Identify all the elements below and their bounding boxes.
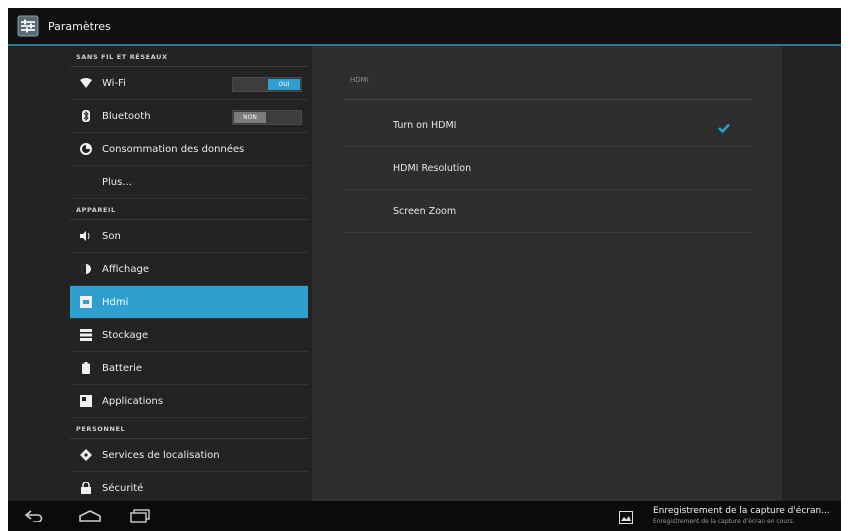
settings-item-label: Services de localisation xyxy=(102,449,220,461)
settings-item-display[interactable]: Affichage xyxy=(70,253,308,286)
settings-item-security[interactable]: Sécurité xyxy=(70,472,308,501)
settings-item-more[interactable]: Plus... xyxy=(70,166,308,199)
section-header-wireless: SANS FIL ET RÉSEAUX xyxy=(70,46,308,67)
action-bar: Paramètres xyxy=(8,8,841,46)
pref-label: HDMI Resolution xyxy=(393,162,472,174)
settings-item-battery[interactable]: Batterie xyxy=(70,352,308,385)
storage-icon xyxy=(78,327,94,343)
pref-turn-on-hdmi[interactable]: Turn on HDMI xyxy=(344,104,752,147)
back-icon[interactable] xyxy=(22,507,46,525)
home-icon[interactable] xyxy=(76,507,104,525)
settings-item-label: Bluetooth xyxy=(102,110,151,122)
battery-icon xyxy=(78,360,94,376)
volume-icon xyxy=(78,228,94,244)
apps-icon xyxy=(78,393,94,409)
settings-item-hdmi[interactable]: Hdmi xyxy=(70,286,308,319)
settings-app-icon[interactable] xyxy=(16,14,40,38)
section-header-personal: PERSONNEL xyxy=(70,418,308,439)
settings-list-panel: SANS FIL ET RÉSEAUX Wi-Fi OUI Bluetooth … xyxy=(8,46,312,501)
settings-item-applications[interactable]: Applications xyxy=(70,385,308,418)
app-title: Paramètres xyxy=(48,19,111,33)
settings-item-label: Batterie xyxy=(102,362,143,374)
pref-screen-zoom[interactable]: Screen Zoom xyxy=(344,190,752,233)
display-icon xyxy=(78,261,94,277)
screenshot-notification-icon[interactable] xyxy=(619,509,633,528)
recent-apps-icon[interactable] xyxy=(126,507,154,525)
panel-edge xyxy=(782,46,841,501)
divider xyxy=(344,99,752,100)
wifi-toggle-knob: OUI xyxy=(268,79,300,90)
pref-label: Screen Zoom xyxy=(393,205,457,217)
notification-title[interactable]: Enregistrement de la capture d'écran... xyxy=(653,506,830,516)
section-header-device: APPAREIL xyxy=(70,199,308,220)
settings-item-storage[interactable]: Stockage xyxy=(70,319,308,352)
settings-item-data-usage[interactable]: Consommation des données xyxy=(70,133,308,166)
bluetooth-icon xyxy=(78,108,94,124)
bluetooth-toggle[interactable]: NON xyxy=(232,110,302,125)
location-icon xyxy=(78,447,94,463)
pref-hdmi-resolution[interactable]: HDMI Resolution xyxy=(344,147,752,190)
check-icon[interactable] xyxy=(718,118,730,137)
lock-icon xyxy=(78,480,94,496)
hdmi-settings-panel: HDMI Turn on HDMI HDMI Resolution Screen… xyxy=(312,46,782,501)
bluetooth-toggle-knob: NON xyxy=(234,112,266,123)
settings-item-location[interactable]: Services de localisation xyxy=(70,439,308,472)
settings-item-bluetooth[interactable]: Bluetooth NON xyxy=(70,100,308,133)
settings-item-label: Affichage xyxy=(102,263,149,275)
settings-item-label: Consommation des données xyxy=(102,143,245,155)
settings-item-label: Applications xyxy=(102,395,164,407)
panel-header: HDMI xyxy=(350,76,369,84)
settings-item-sound[interactable]: Son xyxy=(70,220,308,253)
settings-item-label: Son xyxy=(102,230,121,242)
settings-item-label: Sécurité xyxy=(102,482,144,494)
system-nav-bar: Enregistrement de la capture d'écran... … xyxy=(8,501,841,531)
wifi-toggle[interactable]: OUI xyxy=(232,77,302,92)
settings-item-label: Plus... xyxy=(102,176,132,188)
hdmi-icon xyxy=(78,294,94,310)
notification-subtitle: Enregistrement de la capture d'écran en … xyxy=(653,518,795,525)
settings-item-label: Hdmi xyxy=(102,296,129,308)
settings-item-label: Wi-Fi xyxy=(102,77,126,89)
tablet-screen: Paramètres SANS FIL ET RÉSEAUX Wi-Fi OUI… xyxy=(8,8,841,531)
settings-item-wifi[interactable]: Wi-Fi OUI xyxy=(70,67,308,100)
settings-item-label: Stockage xyxy=(102,329,149,341)
data-usage-icon xyxy=(78,141,94,157)
wifi-icon xyxy=(78,75,94,91)
pref-label: Turn on HDMI xyxy=(393,119,457,131)
